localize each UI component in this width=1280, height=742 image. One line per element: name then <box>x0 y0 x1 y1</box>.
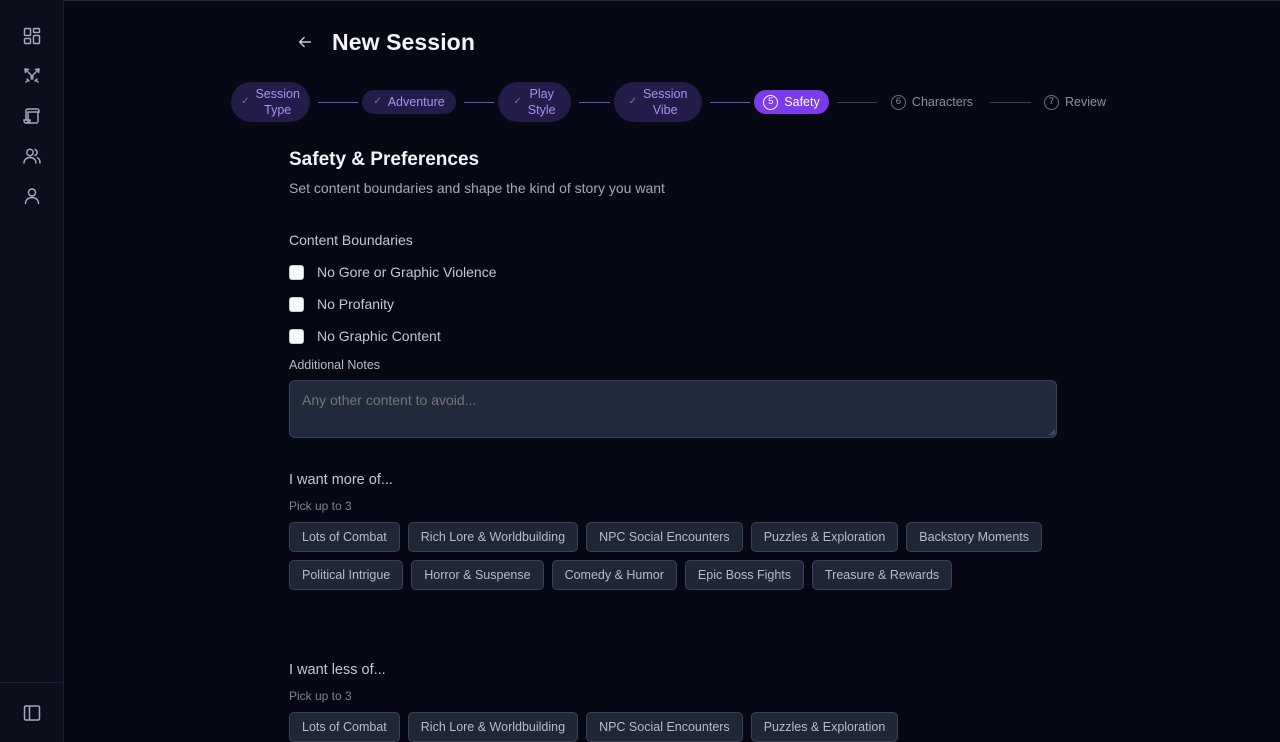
chip-less-lore[interactable]: Rich Lore & Worldbuilding <box>407 712 579 742</box>
chip-more-npc-social[interactable]: NPC Social Encounters <box>586 522 743 552</box>
chip-more-horror[interactable]: Horror & Suspense <box>411 560 544 590</box>
checkbox-label: No Gore or Graphic Violence <box>317 264 497 280</box>
checkbox-no-profanity[interactable]: No Profanity <box>289 295 394 313</box>
check-icon: ✓ <box>373 96 382 107</box>
less-of-hint: Pick up to 3 <box>289 689 352 703</box>
less-of-chips: Lots of Combat Rich Lore & Worldbuilding… <box>289 712 1069 742</box>
check-icon: ✓ <box>628 96 637 107</box>
chip-more-political[interactable]: Political Intrigue <box>289 560 404 590</box>
check-icon: ✓ <box>241 96 250 107</box>
step-label: Review <box>1065 95 1106 109</box>
checkbox-no-graphic-content[interactable]: No Graphic Content <box>289 327 441 345</box>
page-title: New Session <box>332 29 475 55</box>
section-title: Safety & Preferences <box>289 149 480 170</box>
more-of-hint: Pick up to 3 <box>289 499 352 513</box>
step-connector <box>990 101 1031 103</box>
chip-more-puzzles[interactable]: Puzzles & Exploration <box>750 522 899 552</box>
back-arrow-icon[interactable] <box>295 32 315 52</box>
step-label: Safety <box>784 95 820 109</box>
scroll-icon[interactable] <box>22 106 42 126</box>
sidebar-divider <box>0 682 63 683</box>
step-label: Adventure <box>387 95 445 109</box>
step-safety[interactable]: 5 Safety <box>754 90 829 114</box>
chip-more-combat[interactable]: Lots of Combat <box>289 522 400 552</box>
checkbox[interactable] <box>289 264 304 280</box>
step-characters[interactable]: 6 Characters <box>884 90 980 114</box>
main-content: New Session ✓ Session Type ✓ Adventure ✓ … <box>64 0 1280 742</box>
user-icon[interactable] <box>22 186 42 206</box>
check-icon: ✓ <box>513 96 522 107</box>
step-connector <box>710 101 750 103</box>
step-adventure[interactable]: ✓ Adventure <box>362 90 456 114</box>
checkbox[interactable] <box>289 328 304 344</box>
step-label: Session Vibe <box>642 87 688 117</box>
step-connector <box>837 101 877 103</box>
checkbox-label: No Graphic Content <box>317 328 441 344</box>
step-play-style[interactable]: ✓ Play Style <box>498 82 571 122</box>
chip-more-treasure[interactable]: Treasure & Rewards <box>812 560 953 590</box>
sidebar <box>0 0 64 742</box>
sidebar-toggle-icon[interactable] <box>22 703 42 723</box>
chip-less-npc-social[interactable]: NPC Social Encounters <box>586 712 743 742</box>
step-number: 7 <box>1044 94 1059 110</box>
more-of-title: I want more of... <box>289 472 393 488</box>
checkbox-no-gore[interactable]: No Gore or Graphic Violence <box>289 263 497 281</box>
additional-notes-input[interactable] <box>289 380 1057 438</box>
step-number: 6 <box>890 94 906 110</box>
chip-more-boss-fights[interactable]: Epic Boss Fights <box>684 560 804 590</box>
less-of-title: I want less of... <box>289 662 386 678</box>
resize-handle-icon[interactable] <box>1049 429 1056 436</box>
chip-less-puzzles[interactable]: Puzzles & Exploration <box>750 712 899 742</box>
checkbox-label: No Profanity <box>317 296 395 312</box>
users-icon[interactable] <box>22 146 42 166</box>
wizard-stepper: ✓ Session Type ✓ Adventure ✓ Play Style ✓ … <box>64 82 1280 122</box>
additional-notes-label: Additional Notes <box>289 358 381 372</box>
step-review[interactable]: 7 Review <box>1040 90 1110 114</box>
chip-less-combat[interactable]: Lots of Combat <box>289 712 400 742</box>
crossed-swords-icon[interactable] <box>22 66 42 86</box>
step-label: Play Style <box>527 87 556 117</box>
step-label: Session Type <box>255 87 300 117</box>
content-boundaries-label: Content Boundaries <box>289 232 413 248</box>
more-of-chips: Lots of Combat Rich Lore & Worldbuilding… <box>289 522 1069 590</box>
section-subtitle: Set content boundaries and shape the kin… <box>289 180 665 196</box>
step-number: 5 <box>763 94 779 110</box>
dashboard-icon[interactable] <box>22 26 42 46</box>
chip-more-backstory[interactable]: Backstory Moments <box>906 522 1043 552</box>
step-connector <box>318 101 358 103</box>
step-session-type[interactable]: ✓ Session Type <box>231 82 310 122</box>
chip-more-lore[interactable]: Rich Lore & Worldbuilding <box>407 522 579 552</box>
checkbox[interactable] <box>289 296 304 312</box>
step-connector <box>464 101 494 103</box>
chip-more-comedy[interactable]: Comedy & Humor <box>551 560 677 590</box>
step-label: Characters <box>911 95 974 109</box>
step-session-vibe[interactable]: ✓ Session Vibe <box>614 82 702 122</box>
step-connector <box>579 101 610 103</box>
